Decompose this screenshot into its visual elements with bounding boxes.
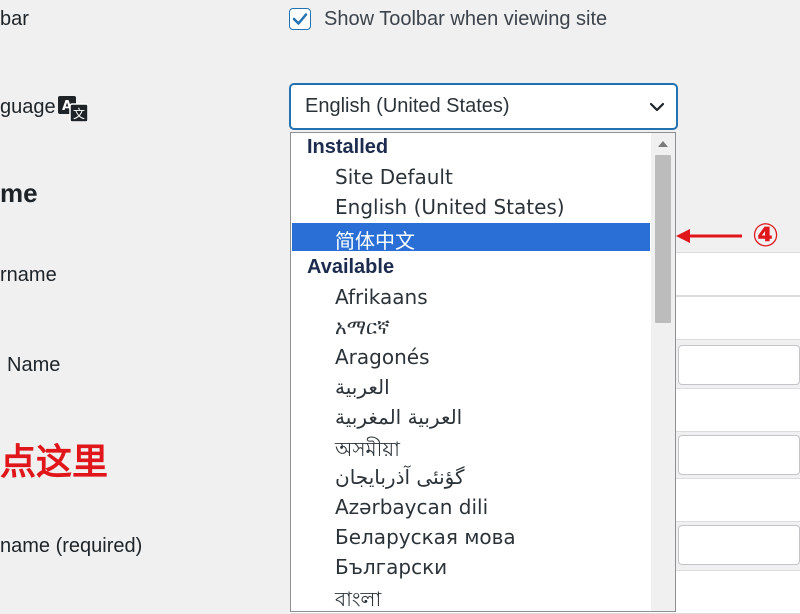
option-belarusian[interactable]: Беларуская мова — [292, 523, 650, 551]
option-assamese[interactable]: অসমীয়া — [292, 433, 650, 461]
first-name-input[interactable] — [678, 345, 800, 385]
option-simplified-chinese[interactable]: 简体中文 — [292, 223, 650, 253]
language-select[interactable]: English (United States) — [289, 83, 678, 130]
option-bulgarian[interactable]: Български — [292, 553, 650, 581]
first-name-label: Name — [7, 354, 61, 376]
annotation-arrow-icon — [676, 229, 742, 243]
option-site-default[interactable]: Site Default — [292, 163, 650, 191]
scrollbar-thumb[interactable] — [655, 155, 671, 323]
language-label: guage — [0, 96, 56, 118]
svg-text:文: 文 — [73, 106, 85, 121]
chevron-down-icon — [649, 102, 665, 112]
option-label: العربية المغربية — [335, 405, 463, 429]
option-arabic[interactable]: العربية — [292, 373, 650, 401]
click-here-note: 点这里 — [0, 442, 109, 483]
option-aragonese[interactable]: Aragonés — [292, 343, 650, 371]
name-section-heading: me — [0, 178, 38, 208]
option-label: Български — [335, 555, 448, 579]
toolbar-checkbox[interactable] — [289, 8, 311, 30]
option-label: বাংলা — [335, 587, 382, 611]
option-label: Беларуская мова — [335, 525, 516, 549]
toolbar-label: bar — [0, 8, 29, 30]
toolbar-checkbox-label[interactable]: Show Toolbar when viewing site — [324, 8, 607, 31]
option-south-azerbaijani[interactable]: گؤنئی آذربایجان — [292, 463, 650, 491]
option-azerbaijani[interactable]: Azərbaycan dili — [292, 493, 650, 521]
option-label: Afrikaans — [335, 285, 428, 309]
option-label: گؤنئی آذربایجان — [335, 465, 465, 489]
option-afrikaans[interactable]: Afrikaans — [292, 283, 650, 311]
language-select-value: English (United States) — [305, 95, 510, 117]
option-label: Aragonés — [335, 345, 430, 369]
nickname-input[interactable] — [678, 525, 800, 565]
scroll-up-arrow-icon[interactable] — [657, 139, 669, 149]
step-four-marker: ④ — [752, 216, 780, 254]
option-amharic[interactable]: አማርኛ — [292, 313, 650, 341]
option-label: العربية — [335, 375, 390, 399]
optgroup-available: Available — [307, 256, 395, 278]
option-bengali[interactable]: বাংলা — [292, 583, 650, 611]
translate-icon: A 文 — [58, 96, 89, 123]
option-label: English (United States) — [335, 195, 565, 219]
last-name-input[interactable] — [678, 435, 800, 475]
dropdown-scrollbar[interactable] — [651, 133, 675, 611]
optgroup-installed: Installed — [307, 136, 389, 158]
nickname-label: name (required) — [0, 535, 143, 557]
option-english-us[interactable]: English (United States) — [292, 193, 650, 221]
option-label: አማርኛ — [335, 315, 390, 339]
option-label: Site Default — [335, 165, 453, 189]
checkmark-icon — [292, 13, 308, 25]
option-label: Azərbaycan dili — [335, 495, 489, 519]
username-label: rname — [0, 264, 57, 286]
option-label: 简体中文 — [335, 229, 415, 253]
option-moroccan-arabic[interactable]: العربية المغربية — [292, 403, 650, 431]
language-dropdown-list[interactable]: Installed Site Default English (United S… — [290, 132, 676, 612]
